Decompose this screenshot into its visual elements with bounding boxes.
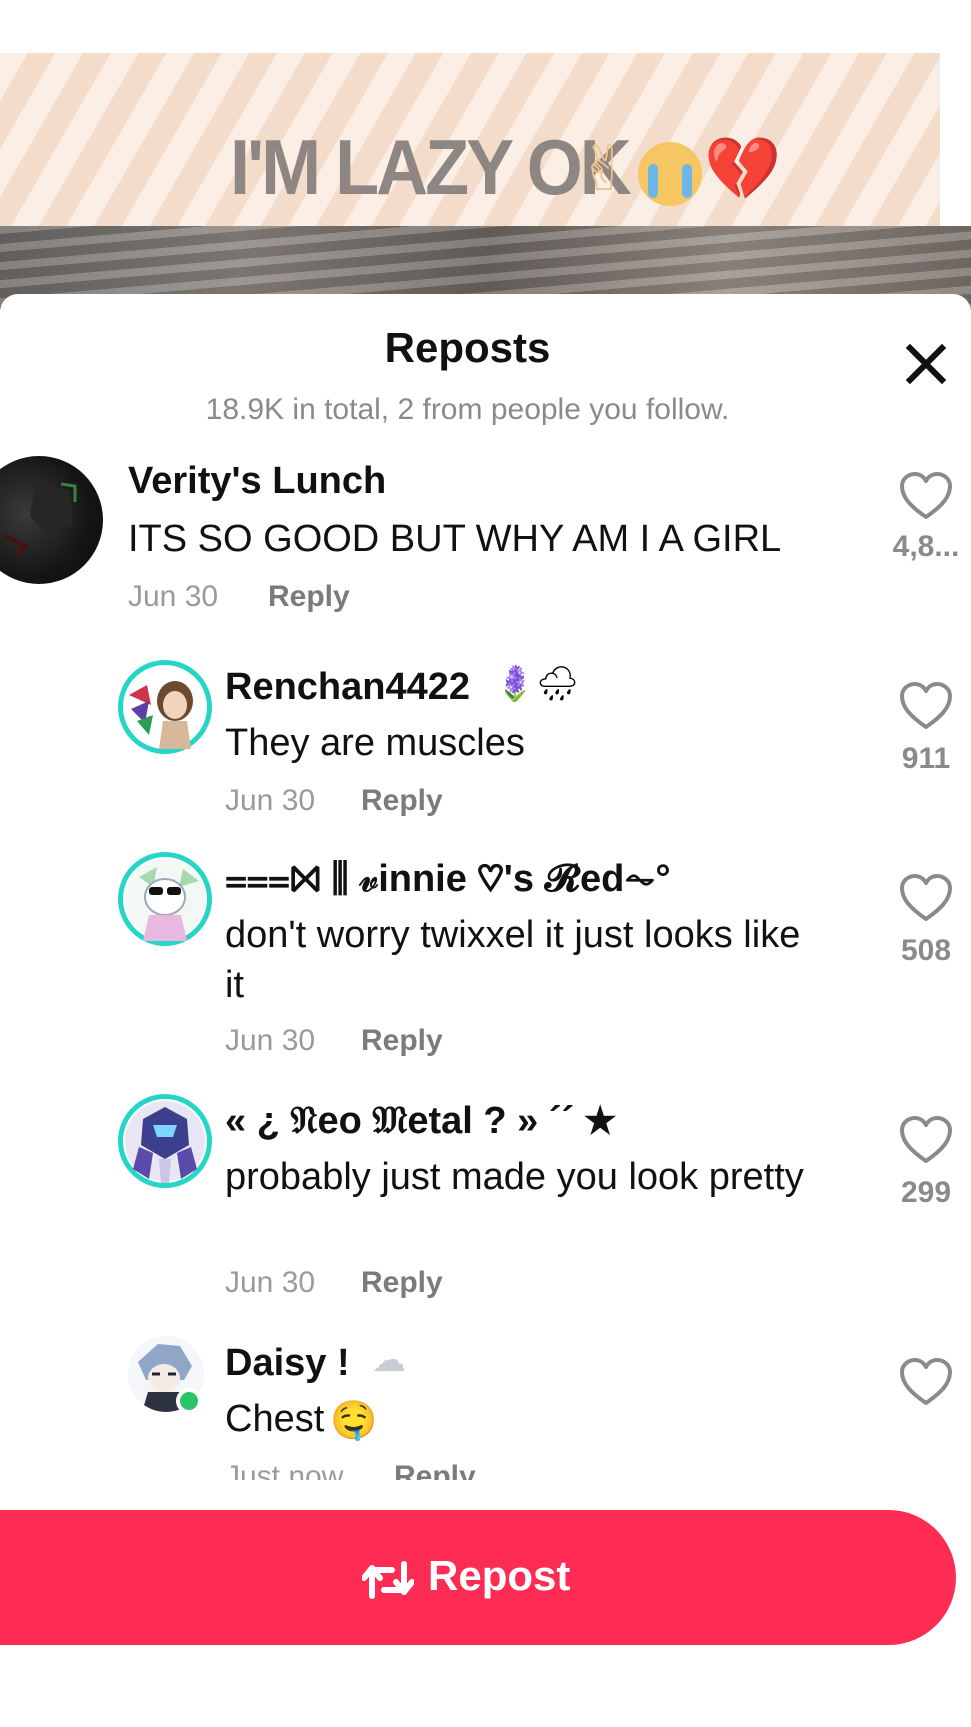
hyacinth-emoji: 🪻 (494, 664, 537, 704)
like-count: 911 (901, 742, 951, 775)
comment-item: Renchan4422 🪻 🌧 They are muscles Jun 30 … (0, 656, 971, 846)
comment-username[interactable]: Verity's Lunch (128, 460, 386, 503)
comment-item: « ¿ 𝔑eo 𝔐etal ? » ´´ ★ probably just mad… (0, 1090, 971, 1330)
drooling-face-emoji: 🤤 (330, 1398, 378, 1442)
avatar[interactable] (0, 456, 103, 584)
comment-list[interactable]: Verity's Lunch ITS SO GOOD BUT WHY AM I … (0, 450, 971, 1480)
online-status-dot (176, 1388, 202, 1414)
like-button[interactable] (898, 872, 954, 924)
comment-username[interactable]: « ¿ 𝔑eo 𝔐etal ? » ´´ ★ (225, 1100, 616, 1143)
avatar-image (4, 482, 77, 558)
comment-item: Verity's Lunch ITS SO GOOD BUT WHY AM I … (0, 450, 971, 640)
like-button[interactable] (898, 1114, 954, 1166)
avatar-image (125, 1101, 205, 1183)
video-background[interactable]: I'M LAZY OK ✌ 😭 💔 (0, 0, 971, 310)
like-button[interactable] (898, 470, 954, 522)
like-button[interactable] (898, 1356, 954, 1408)
avatar-image (125, 667, 205, 749)
comment-username[interactable]: Renchan4422 (225, 666, 470, 709)
comment-text: don't worry twixxel it just looks like i… (225, 914, 801, 1006)
comment-date: Jun 30 (225, 1266, 316, 1299)
like-count: 299 (900, 1176, 952, 1209)
comment-username[interactable]: ⩶⨝ ⫼ 𝓋innie ♡'s 𝓡ed⏦° (225, 858, 671, 901)
close-button[interactable] (896, 340, 956, 390)
close-icon (905, 343, 947, 385)
rain-cloud-emoji: 🌧 (536, 664, 580, 704)
heart-icon (900, 1358, 952, 1405)
repost-icon (362, 1561, 414, 1599)
avatar[interactable] (118, 660, 212, 754)
broken-heart-emoji: 💔 (704, 132, 782, 205)
heart-icon (900, 682, 952, 729)
heart-icon (900, 874, 952, 921)
comment-username[interactable]: Daisy ! (225, 1342, 350, 1385)
comment-text: probably just made you look pretty (225, 1156, 804, 1198)
comment-item: ⩶⨝ ⫼ 𝓋innie ♡'s 𝓡ed⏦° don't worry twixxe… (0, 848, 971, 1088)
heart-icon (900, 472, 952, 519)
like-count: 508 (900, 934, 952, 967)
heart-icon (900, 1116, 952, 1163)
cloud-emoji: ☁ (372, 1340, 406, 1380)
comment-date: Jun 30 (225, 1024, 316, 1057)
video-banner-text: I'M LAZY OK (230, 124, 632, 212)
comment-text: Chest (225, 1398, 325, 1440)
reply-button[interactable]: Reply (361, 784, 443, 818)
reply-button[interactable]: Reply (268, 580, 350, 614)
reply-button[interactable]: Reply (394, 1460, 476, 1480)
comment-date: Jun 30 (128, 580, 219, 613)
avatar[interactable] (118, 1094, 212, 1188)
reply-button[interactable]: Reply (361, 1024, 443, 1058)
avatar[interactable] (118, 852, 212, 946)
reply-button[interactable]: Reply (361, 1266, 443, 1300)
repost-button-label: Repost (428, 1552, 571, 1599)
avatar-image (125, 859, 205, 941)
crying-face-emoji: 😭 (638, 142, 702, 206)
comment-text: They are muscles (225, 722, 525, 764)
sheet-subtitle: 18.9K in total, 2 from people you follow… (205, 393, 730, 426)
repost-screen: I'M LAZY OK ✌ 😭 💔 Reposts 18.9K in total… (0, 0, 971, 1727)
comment-text: ITS SO GOOD BUT WHY AM I A GIRL (128, 518, 782, 560)
peace-hand-emoji: ✌ (578, 132, 630, 205)
like-button[interactable] (898, 680, 954, 732)
comment-date: Just now (225, 1460, 344, 1480)
comment-item: Daisy ! ☁ Chest 🤤 Just now Reply (0, 1332, 971, 1480)
sheet-title: Reposts (384, 324, 551, 371)
comment-date: Jun 30 (225, 784, 316, 817)
like-count: 4,8... (892, 530, 960, 563)
